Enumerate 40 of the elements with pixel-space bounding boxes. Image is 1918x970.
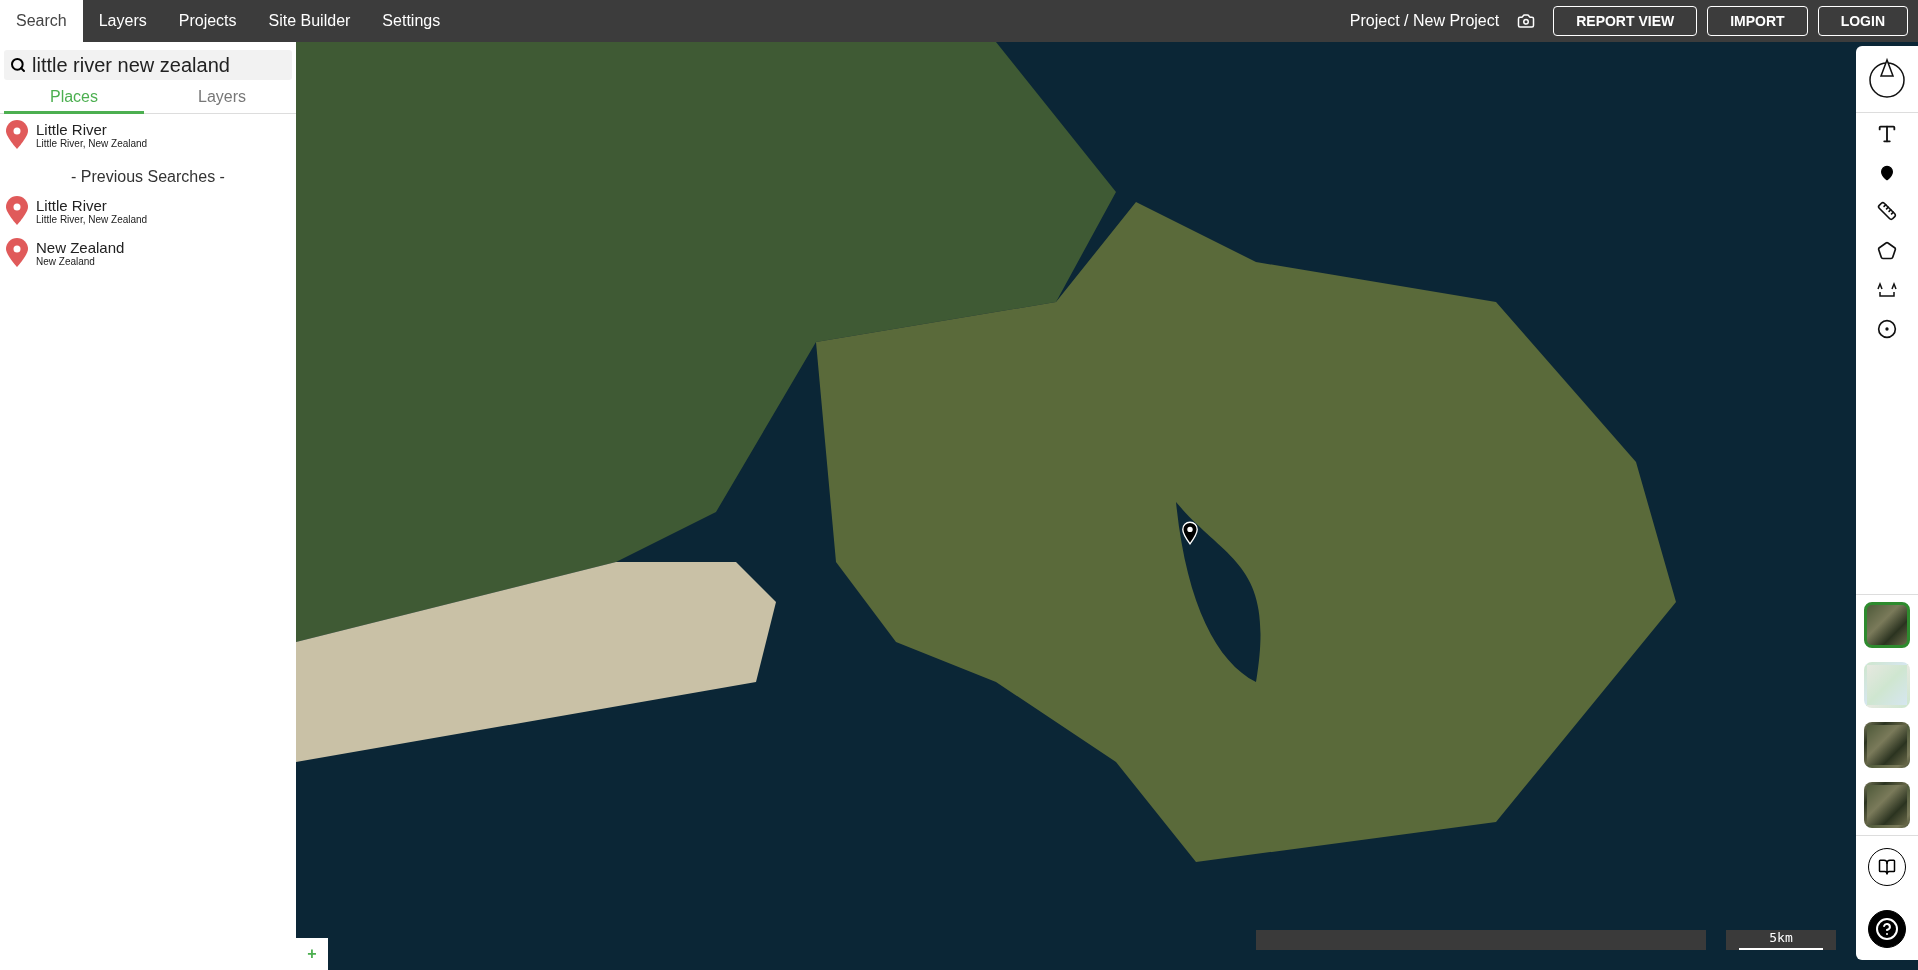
search-result-item[interactable]: Little River Little River, New Zealand: [0, 114, 296, 156]
place-location: Little River, New Zealand: [36, 138, 148, 149]
target-icon[interactable]: [1877, 319, 1897, 339]
map-pin-icon: [4, 196, 30, 226]
project-path: Project / New Project: [1349, 12, 1500, 30]
map-pin-icon: [4, 238, 30, 268]
nav-tab[interactable]: Search: [0, 0, 83, 42]
text-tool-icon[interactable]: [1876, 123, 1898, 145]
camera-icon[interactable]: [1517, 12, 1536, 30]
place-name: New Zealand: [36, 239, 125, 256]
search-icon: [10, 57, 26, 73]
street-map-thumbnail[interactable]: [1864, 662, 1910, 708]
satellite-map-thumbnail[interactable]: [1864, 782, 1910, 828]
book-help-icon[interactable]: [1868, 848, 1906, 886]
header-button[interactable]: IMPORT: [1707, 6, 1808, 36]
satellite-map-thumbnail[interactable]: [1864, 722, 1910, 768]
scale-label: 5km: [1739, 930, 1823, 950]
header-button[interactable]: REPORT VIEW: [1553, 6, 1698, 36]
place-location: New Zealand: [36, 256, 96, 267]
header-button[interactable]: LOGIN: [1817, 6, 1908, 36]
map-pin-icon: [4, 120, 30, 150]
nav-tab[interactable]: Projects: [162, 0, 253, 42]
search-result-item[interactable]: Little River Little River, New Zealand: [0, 190, 296, 232]
place-name: Little River: [36, 197, 108, 214]
search-result-item[interactable]: New Zealand New Zealand: [0, 232, 296, 274]
results-tab[interactable]: Layers: [152, 82, 292, 114]
nav-tab[interactable]: Layers: [82, 0, 163, 42]
help-icon[interactable]: [1868, 910, 1906, 948]
nav-tab[interactable]: Settings: [366, 0, 457, 42]
marker-tool-icon[interactable]: [1879, 165, 1895, 181]
nav-tab[interactable]: Site Builder: [252, 0, 367, 42]
location-marker-icon: [1181, 520, 1199, 546]
ruler-icon[interactable]: [1877, 201, 1897, 221]
elevation-profile-icon[interactable]: [1876, 281, 1898, 299]
place-location: Little River, New Zealand: [36, 214, 148, 225]
section-heading: - Previous Searches -: [71, 168, 225, 186]
satellite-map-thumbnail[interactable]: [1864, 602, 1910, 648]
search-field[interactable]: little river new zealand: [4, 50, 292, 80]
polygon-icon[interactable]: [1877, 241, 1897, 261]
place-name: Little River: [36, 121, 108, 138]
